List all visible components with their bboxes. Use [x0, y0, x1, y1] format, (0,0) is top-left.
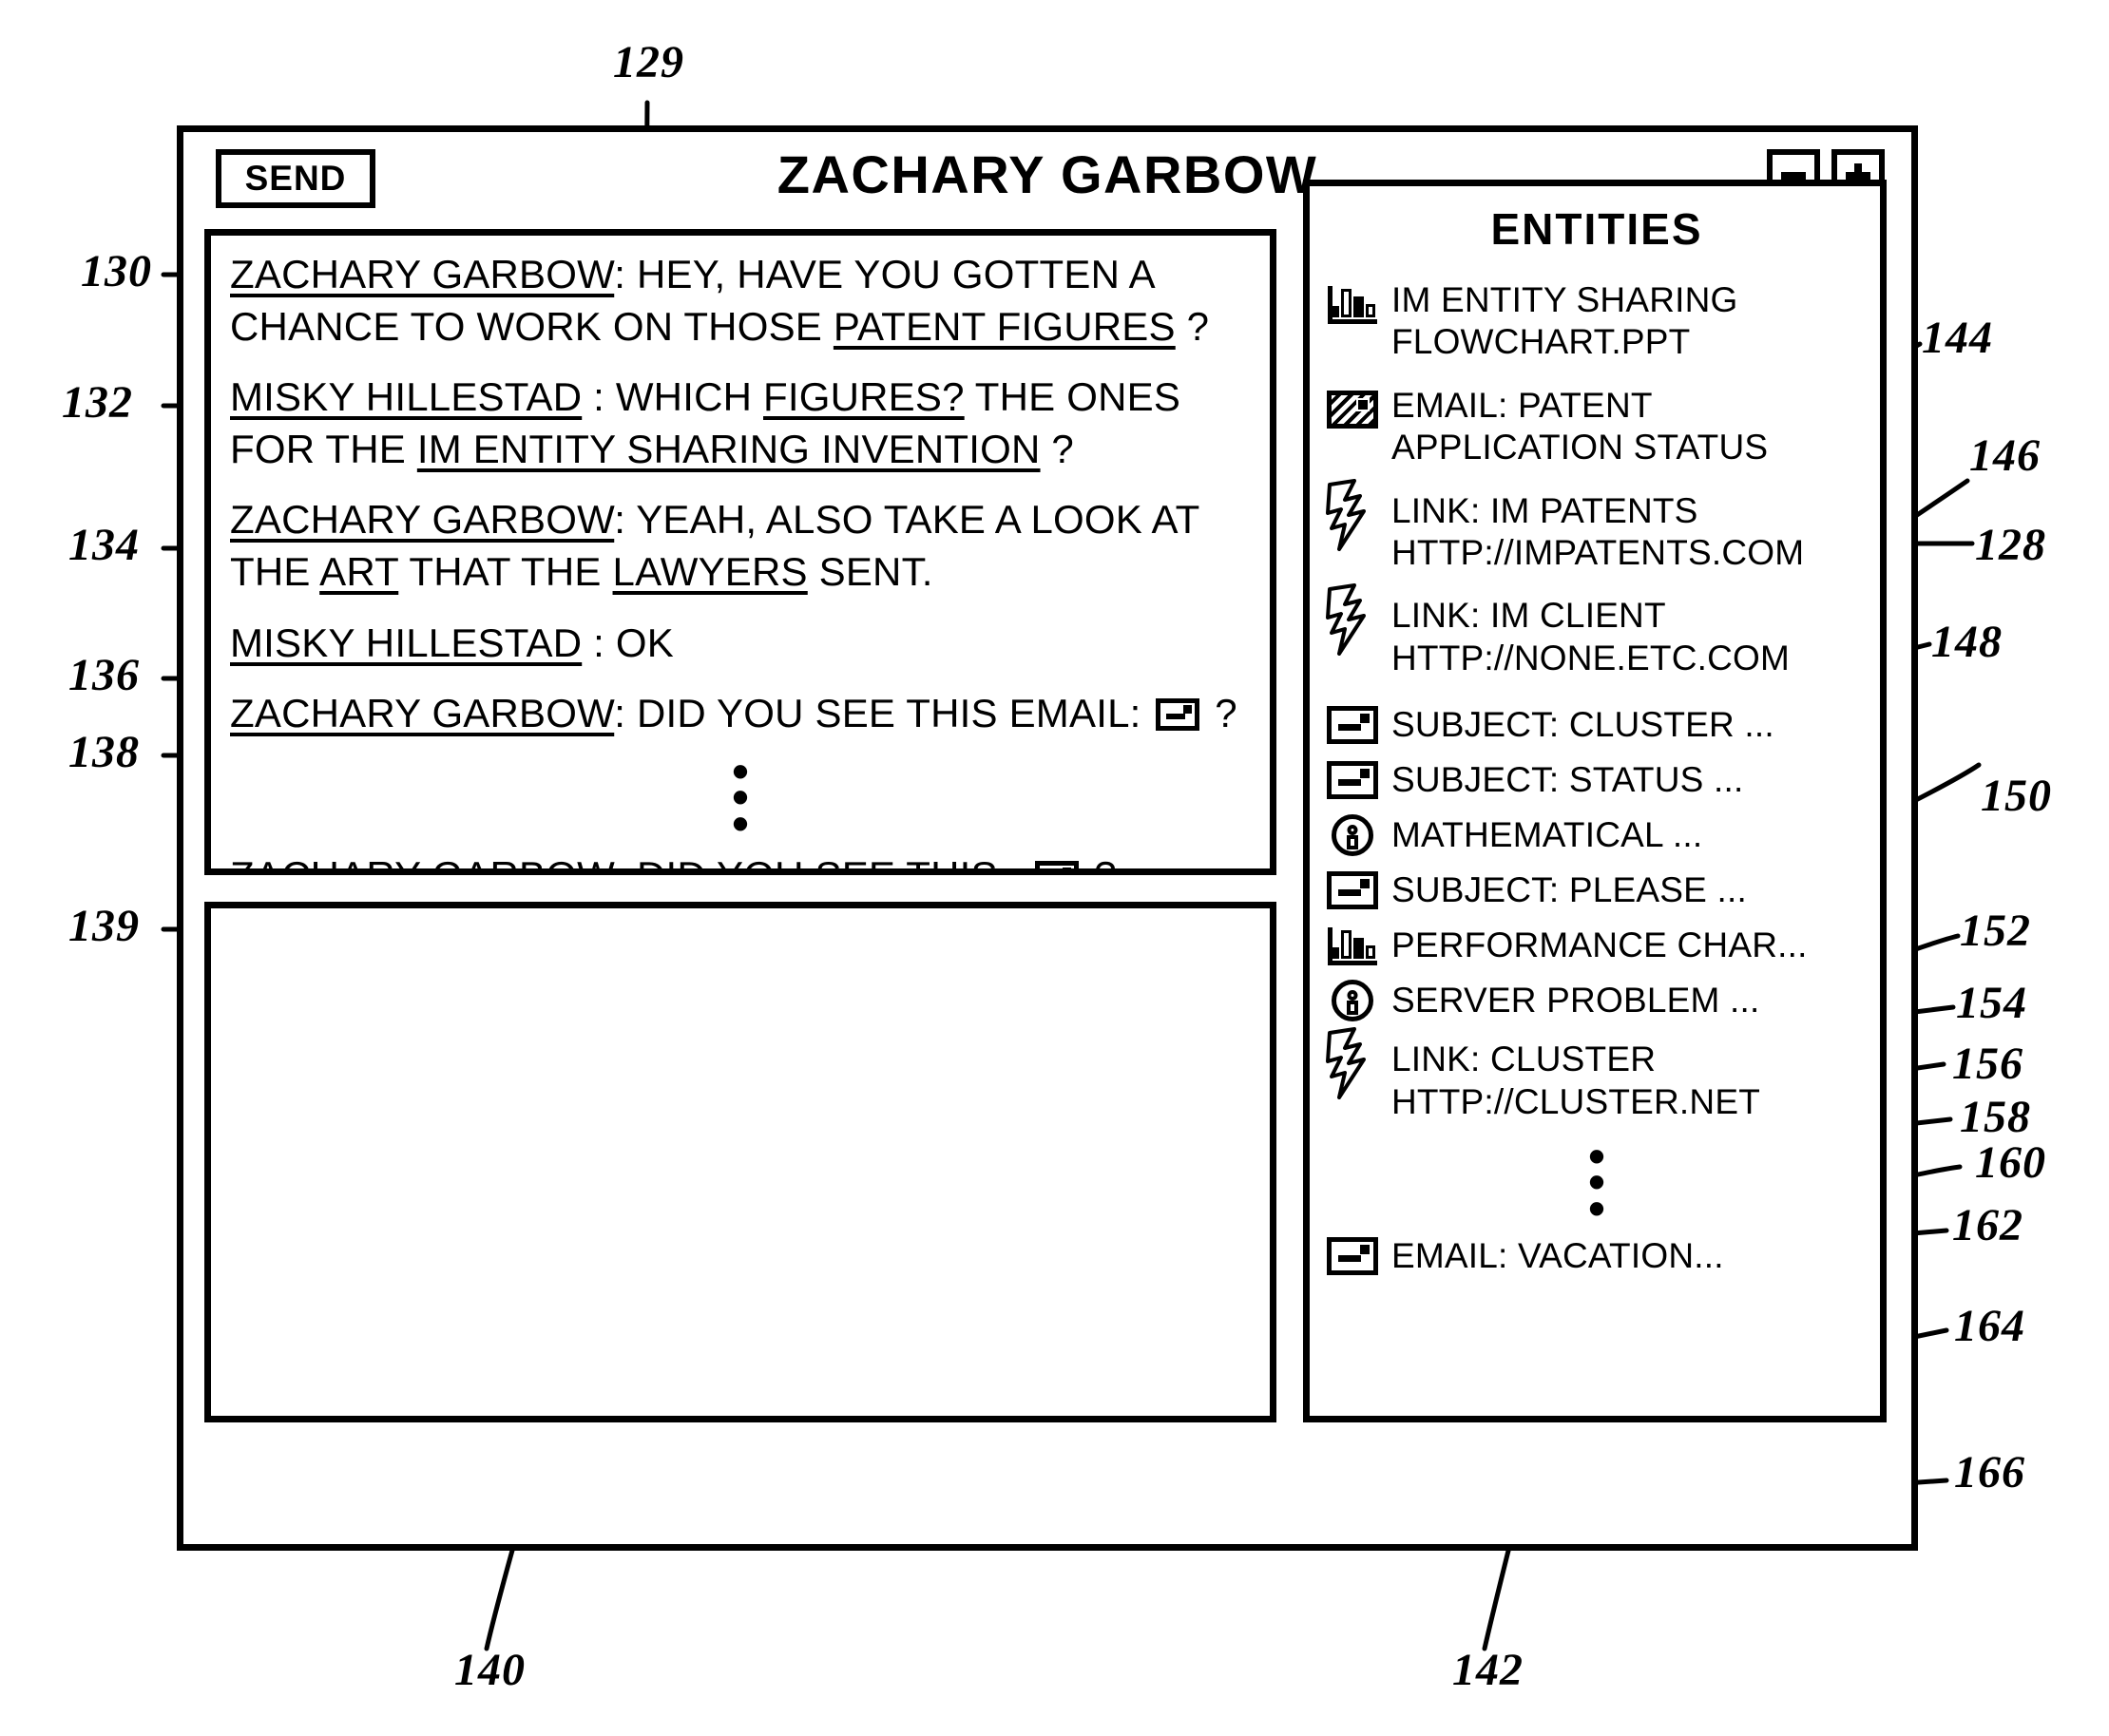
- entity-list-item[interactable]: PERFORMANCE CHAR...: [1323, 921, 1870, 970]
- email-icon: [1323, 1231, 1382, 1281]
- entity-label: SUBJECT: CLUSTER ...: [1391, 704, 1774, 744]
- entity-list-item[interactable]: EMAIL: VACATION...: [1323, 1231, 1870, 1281]
- ellipsis-dot: •: [1588, 1181, 1605, 1235]
- message-input[interactable]: [211, 908, 1270, 1416]
- email-icon[interactable]: [1035, 861, 1080, 868]
- message-text: : OK: [582, 620, 674, 665]
- entity-list-item[interactable]: SUBJECT: PLEASE ...: [1323, 866, 1870, 915]
- entities-ellipsis: • • •: [1323, 1133, 1870, 1235]
- ref-138: 138: [68, 727, 140, 777]
- message-text-tail: SENT.: [807, 548, 933, 594]
- entity-label: SERVER PROBLEM ...: [1391, 980, 1760, 1020]
- entity-list-item[interactable]: LINK: CLUSTER HTTP://CLUSTER.NET: [1323, 1027, 1870, 1123]
- message-text-tail: ?: [1175, 303, 1210, 349]
- entity-list-item[interactable]: LINK: IM PATENTS HTTP://IMPATENTS.COM: [1323, 478, 1870, 575]
- transcript-ellipsis: • • •: [230, 748, 1251, 850]
- message-sender[interactable]: ZACHARY GARBOW: [230, 853, 614, 868]
- message-sender[interactable]: ZACHARY GARBOW: [230, 252, 614, 296]
- ref-134: 134: [68, 520, 140, 570]
- bolt-icon: [1323, 583, 1382, 657]
- entity-list-item[interactable]: IM ENTITY SHARING FLOWCHART.PPT: [1323, 279, 1870, 364]
- ref-148: 148: [1931, 617, 2003, 667]
- circle-icon: [1323, 976, 1382, 1025]
- message-entity-link[interactable]: FIGURES?: [763, 374, 965, 419]
- email-hatch-icon: [1323, 385, 1382, 434]
- message-sender[interactable]: ZACHARY GARBOW: [230, 497, 614, 542]
- message-sender[interactable]: MISKY HILLESTAD: [230, 620, 582, 665]
- entity-label: SUBJECT: PLEASE ...: [1391, 869, 1747, 909]
- im-window: SEND ZACHARY GARBOW ZACHARY GARBOW: HEY,…: [177, 125, 1918, 1551]
- chat-message: ZACHARY GARBOW: YEAH, ALSO TAKE A LOOK A…: [230, 494, 1251, 598]
- ref-128: 128: [1975, 520, 2046, 570]
- ref-150: 150: [1981, 771, 2052, 821]
- email-icon: [1323, 755, 1382, 805]
- entity-label: EMAIL: PATENT APPLICATION STATUS: [1391, 385, 1769, 467]
- ref-144: 144: [1922, 313, 1993, 363]
- entity-label: MATHEMATICAL ...: [1391, 814, 1703, 854]
- entity-list-item[interactable]: MATHEMATICAL ...: [1323, 811, 1870, 860]
- message-text-tail: ?: [1040, 426, 1074, 471]
- chat-message: ZACHARY GARBOW: HEY, HAVE YOU GOTTEN A C…: [230, 249, 1251, 353]
- entity-label: PERFORMANCE CHAR...: [1391, 925, 1808, 964]
- ref-142: 142: [1452, 1645, 1524, 1695]
- bolt-icon: [1323, 478, 1382, 551]
- ref-164: 164: [1954, 1301, 2025, 1351]
- message-entity-link-2[interactable]: LAWYERS: [613, 549, 808, 594]
- chart-icon: [1323, 921, 1382, 970]
- chart-icon: [1323, 279, 1382, 329]
- message-text: : WHICH: [582, 374, 764, 420]
- ref-146: 146: [1969, 430, 2041, 481]
- bolt-icon: [1323, 1027, 1382, 1100]
- entity-list-item[interactable]: LINK: IM CLIENT HTTP://NONE.ETC.COM: [1323, 583, 1870, 679]
- ref-158: 158: [1960, 1092, 2031, 1142]
- entities-panel[interactable]: ENTITIES IM ENTITY SHARING FLOWCHART.PPT…: [1303, 180, 1887, 1422]
- message-text-tail: ?: [1203, 691, 1237, 736]
- message-entity-link[interactable]: PATENT FIGURES: [834, 304, 1176, 349]
- chat-message: ZACHARY GARBOW: DID YOU SEE THIS : ?: [230, 850, 1251, 868]
- ref-156: 156: [1952, 1039, 2023, 1089]
- ref-129: 129: [613, 37, 684, 87]
- entity-label: IM ENTITY SHARING FLOWCHART.PPT: [1391, 280, 1738, 362]
- email-icon: [1323, 866, 1382, 915]
- message-text: : DID YOU SEE THIS :: [614, 853, 1031, 868]
- ref-140: 140: [454, 1645, 526, 1695]
- message-compose-box[interactable]: [204, 902, 1276, 1422]
- ref-139: 139: [68, 901, 140, 951]
- message-sender[interactable]: MISKY HILLESTAD: [230, 374, 582, 419]
- chat-message: ZACHARY GARBOW: DID YOU SEE THIS EMAIL: …: [230, 688, 1251, 740]
- message-text-tail: ?: [1083, 853, 1116, 868]
- ref-132: 132: [62, 377, 133, 428]
- entity-list-item[interactable]: EMAIL: PATENT APPLICATION STATUS: [1323, 385, 1870, 469]
- email-icon: [1323, 700, 1382, 750]
- email-icon[interactable]: [1156, 698, 1200, 732]
- entity-label: LINK: IM PATENTS HTTP://IMPATENTS.COM: [1391, 490, 1805, 572]
- message-sender[interactable]: ZACHARY GARBOW: [230, 691, 614, 735]
- ref-162: 162: [1952, 1200, 2023, 1250]
- chat-transcript[interactable]: ZACHARY GARBOW: HEY, HAVE YOU GOTTEN A C…: [204, 229, 1276, 875]
- message-entity-link[interactable]: ART: [319, 549, 398, 594]
- entity-list-item[interactable]: SUBJECT: STATUS ...: [1323, 755, 1870, 805]
- chat-message: MISKY HILLESTAD : OK: [230, 618, 1251, 670]
- message-text: : DID YOU SEE THIS EMAIL:: [614, 691, 1153, 736]
- ref-130: 130: [81, 246, 152, 296]
- ellipsis-dot: •: [732, 796, 749, 850]
- entity-label: LINK: IM CLIENT HTTP://NONE.ETC.COM: [1391, 596, 1791, 677]
- message-entity-link-2[interactable]: IM ENTITY SHARING INVENTION: [417, 427, 1041, 471]
- chat-message: MISKY HILLESTAD : WHICH FIGURES? THE ONE…: [230, 372, 1251, 475]
- entities-title: ENTITIES: [1490, 204, 1703, 254]
- ref-166: 166: [1954, 1447, 2025, 1498]
- entity-list-item[interactable]: SERVER PROBLEM ...: [1323, 976, 1870, 1025]
- circle-icon: [1323, 811, 1382, 860]
- entity-label: LINK: CLUSTER HTTP://CLUSTER.NET: [1391, 1040, 1761, 1121]
- minus-glyph: [1781, 172, 1806, 180]
- message-text-mid: THAT THE: [398, 548, 613, 594]
- ref-152: 152: [1960, 906, 2031, 956]
- ref-136: 136: [68, 650, 140, 700]
- ref-160: 160: [1975, 1137, 2046, 1188]
- entity-list-item[interactable]: SUBJECT: CLUSTER ...: [1323, 700, 1870, 750]
- entity-label: SUBJECT: STATUS ...: [1391, 759, 1744, 799]
- ref-154: 154: [1956, 978, 2027, 1028]
- entity-label: EMAIL: VACATION...: [1391, 1236, 1724, 1276]
